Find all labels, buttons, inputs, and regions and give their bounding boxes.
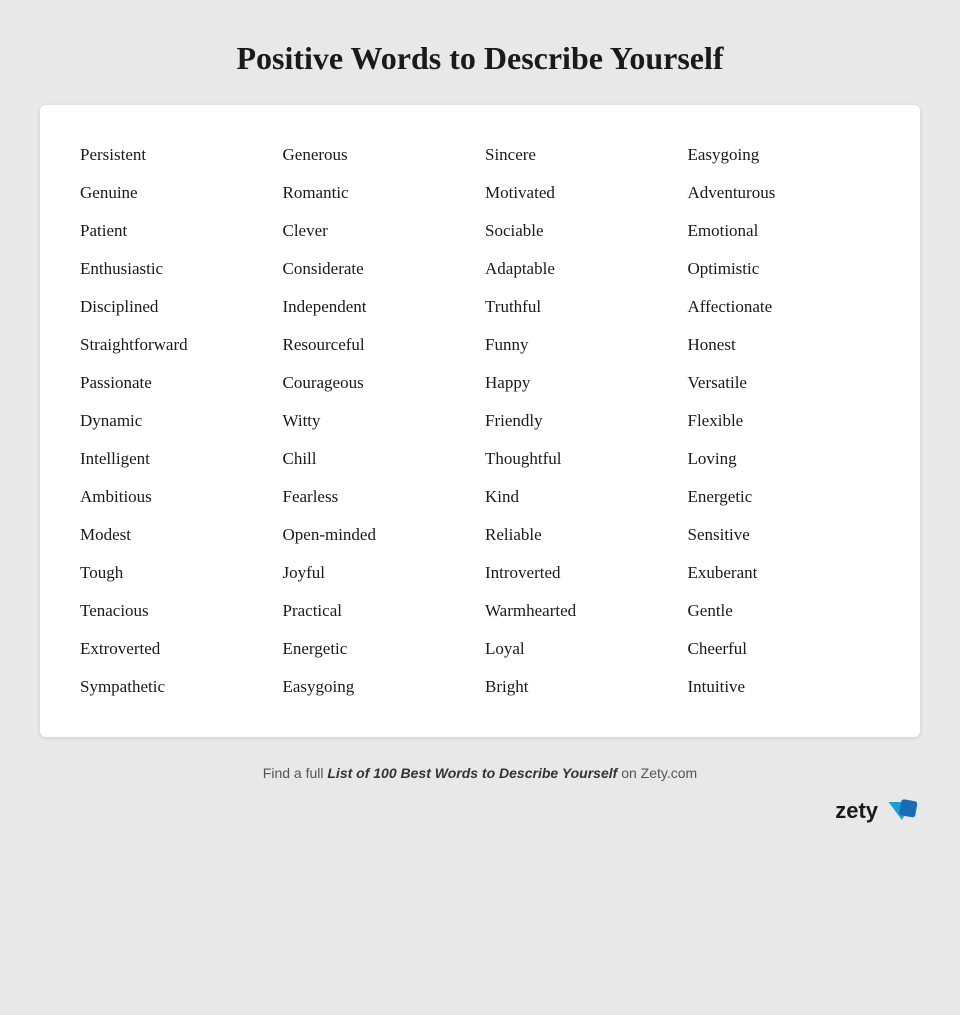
word-item: Dynamic xyxy=(80,407,273,435)
word-item: Intelligent xyxy=(80,445,273,473)
word-item: Motivated xyxy=(485,179,678,207)
word-item: Ambitious xyxy=(80,483,273,511)
footer-prefix: Find a full xyxy=(263,765,328,781)
word-item: Optimistic xyxy=(688,255,881,283)
word-item: Intuitive xyxy=(688,673,881,701)
word-item: Fearless xyxy=(283,483,476,511)
word-item: Straightforward xyxy=(80,331,273,359)
word-item: Energetic xyxy=(688,483,881,511)
word-item: Sincere xyxy=(485,141,678,169)
word-item: Affectionate xyxy=(688,293,881,321)
word-item: Resourceful xyxy=(283,331,476,359)
footer-text: Find a full List of 100 Best Words to De… xyxy=(263,765,697,781)
word-item: Open-minded xyxy=(283,521,476,549)
word-item: Joyful xyxy=(283,559,476,587)
page-title: Positive Words to Describe Yourself xyxy=(236,40,723,77)
word-item: Tenacious xyxy=(80,597,273,625)
content-card: Persistent Generous Sincere Easygoing Genuin… xyxy=(40,105,920,737)
word-item: Independent xyxy=(283,293,476,321)
footer-suffix: on Zety.com xyxy=(617,765,697,781)
word-item: Loyal xyxy=(485,635,678,663)
word-item: Energetic xyxy=(283,635,476,663)
word-item: Loving xyxy=(688,445,881,473)
word-item: Versatile xyxy=(688,369,881,397)
word-item: Funny xyxy=(485,331,678,359)
word-item: Introverted xyxy=(485,559,678,587)
word-item: Romantic xyxy=(283,179,476,207)
footer-link: List of 100 Best Words to Describe Yours… xyxy=(327,765,617,781)
word-item: Emotional xyxy=(688,217,881,245)
word-item: Flexible xyxy=(688,407,881,435)
word-item: Sociable xyxy=(485,217,678,245)
word-grid: Persistent Generous Sincere Easygoing Genuin… xyxy=(80,141,880,701)
word-item: Friendly xyxy=(485,407,678,435)
word-item: Patient xyxy=(80,217,273,245)
word-item: Adventurous xyxy=(688,179,881,207)
word-item: Bright xyxy=(485,673,678,701)
word-item: Chill xyxy=(283,445,476,473)
word-item: Easygoing xyxy=(688,141,881,169)
word-item: Adaptable xyxy=(485,255,678,283)
word-item: Gentle xyxy=(688,597,881,625)
word-item: Courageous xyxy=(283,369,476,397)
word-item: Sensitive xyxy=(688,521,881,549)
word-item: Tough xyxy=(80,559,273,587)
word-item: Kind xyxy=(485,483,678,511)
word-item: Clever xyxy=(283,217,476,245)
word-item: Witty xyxy=(283,407,476,435)
word-item: Cheerful xyxy=(688,635,881,663)
word-item: Sympathetic xyxy=(80,673,273,701)
word-item: Genuine xyxy=(80,179,273,207)
brand-logo-icon xyxy=(884,793,920,829)
word-item: Enthusiastic xyxy=(80,255,273,283)
word-item: Considerate xyxy=(283,255,476,283)
word-item: Thoughtful xyxy=(485,445,678,473)
word-item: Generous xyxy=(283,141,476,169)
word-item: Happy xyxy=(485,369,678,397)
word-item: Persistent xyxy=(80,141,273,169)
word-item: Honest xyxy=(688,331,881,359)
word-item: Modest xyxy=(80,521,273,549)
word-item: Disciplined xyxy=(80,293,273,321)
word-item: Truthful xyxy=(485,293,678,321)
word-item: Practical xyxy=(283,597,476,625)
brand-name: zety xyxy=(835,798,878,824)
word-item: Warmhearted xyxy=(485,597,678,625)
word-item: Exuberant xyxy=(688,559,881,587)
word-item: Reliable xyxy=(485,521,678,549)
brand-container: zety xyxy=(40,793,920,829)
word-item: Passionate xyxy=(80,369,273,397)
word-item: Extroverted xyxy=(80,635,273,663)
word-item: Easygoing xyxy=(283,673,476,701)
